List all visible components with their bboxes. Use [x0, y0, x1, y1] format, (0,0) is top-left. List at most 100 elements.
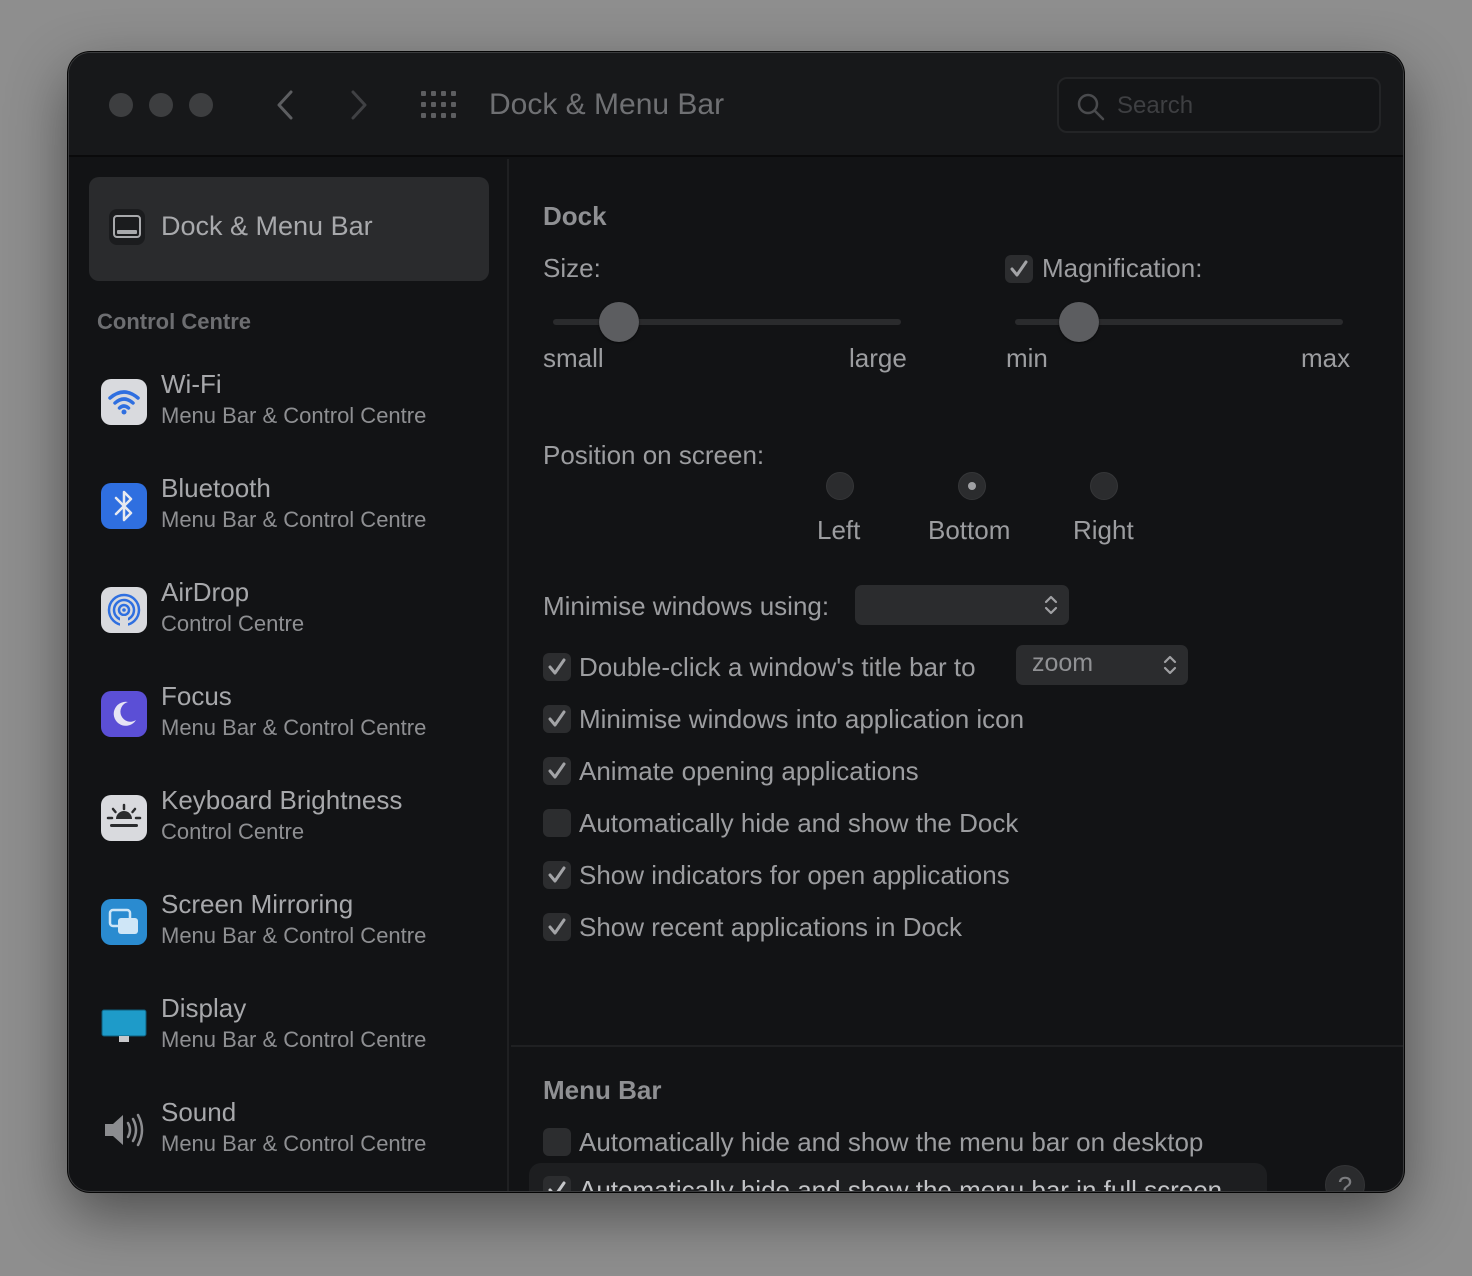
magnification-max-label: max [1301, 343, 1351, 373]
checkmark-icon [548, 918, 566, 935]
animate-opening-checkbox[interactable] [543, 757, 571, 785]
bluetooth-icon [101, 483, 147, 529]
moon-icon [101, 691, 147, 737]
double-click-label: Double-click a window's title bar to [579, 652, 976, 682]
minimise-using-label: Minimise windows using: [543, 591, 830, 621]
zoom-window-button[interactable] [189, 93, 213, 117]
autohide-menubar-fullscreen-label: Automatically hide and show the menu bar… [579, 1175, 1223, 1192]
position-right-radio[interactable] [1090, 472, 1118, 500]
back-button[interactable] [267, 85, 303, 125]
show-all-grid-icon[interactable] [421, 91, 459, 119]
sidebar-item-label: Dock & Menu Bar [161, 211, 373, 241]
title-bar: Dock & Menu Bar [69, 53, 1403, 157]
sidebar-item-title: AirDrop [161, 577, 250, 607]
sidebar-item-screen-mirroring[interactable]: Screen Mirroring Menu Bar & Control Cent… [89, 885, 489, 965]
size-label: Size: [543, 253, 601, 283]
chevron-right-icon [351, 90, 367, 120]
sidebar-item-subtitle: Menu Bar & Control Centre [161, 1027, 427, 1052]
sidebar-item-title: Screen Mirroring [161, 889, 354, 919]
search-field[interactable] [1057, 77, 1381, 133]
sidebar-item-sound[interactable]: Sound Menu Bar & Control Centre [89, 1093, 489, 1173]
airdrop-icon [101, 587, 147, 633]
sidebar-item-keyboard-brightness[interactable]: Keyboard Brightness Control Centre [89, 781, 489, 861]
speaker-icon [101, 1107, 147, 1153]
forward-button[interactable] [341, 85, 377, 125]
sidebar: Dock & Menu Bar Control Centre Wi-Fi Men… [69, 159, 509, 1191]
sidebar-item-subtitle: Control Centre [161, 611, 305, 636]
double-click-action-popup[interactable]: zoom [1016, 645, 1188, 685]
checkmark-icon [548, 1181, 566, 1191]
sidebar-item-title: Sound [161, 1097, 237, 1127]
checkmark-icon [1010, 260, 1028, 277]
autohide-dock-checkbox[interactable] [543, 809, 571, 837]
autohide-menubar-desktop-checkbox[interactable] [543, 1128, 571, 1156]
updown-chevron-icon [1044, 595, 1058, 615]
keyboard-brightness-icon [101, 795, 147, 841]
checkmark-icon [548, 658, 566, 675]
checkmark-icon [548, 762, 566, 779]
size-min-label: small [543, 343, 604, 373]
sidebar-item-focus[interactable]: Focus Menu Bar & Control Centre [89, 677, 489, 757]
sidebar-item-subtitle: Control Centre [161, 819, 305, 844]
position-left-label: Left [817, 515, 861, 545]
search-icon [1077, 93, 1105, 121]
checkmark-icon [548, 866, 566, 883]
magnification-label: Magnification: [1042, 253, 1203, 283]
sidebar-item-title: Wi-Fi [161, 369, 222, 399]
close-window-button[interactable] [109, 93, 133, 117]
animate-opening-label: Animate opening applications [579, 756, 919, 786]
autohide-menubar-fullscreen-checkbox[interactable] [543, 1176, 571, 1191]
double-click-action-value: zoom [1032, 649, 1094, 677]
autohide-dock-label: Automatically hide and show the Dock [579, 808, 1019, 838]
show-recent-apps-label: Show recent applications in Dock [579, 912, 962, 942]
sidebar-item-title: Bluetooth [161, 473, 271, 503]
magnification-min-label: min [1006, 343, 1048, 373]
settings-window: Dock & Menu Bar Dock & Menu Bar Control … [68, 52, 1404, 1192]
show-recent-apps-checkbox[interactable] [543, 913, 571, 941]
position-bottom-radio[interactable] [958, 472, 986, 500]
sidebar-item-wifi[interactable]: Wi-Fi Menu Bar & Control Centre [89, 365, 489, 445]
window-title: Dock & Menu Bar [489, 88, 725, 121]
size-max-label: large [849, 343, 907, 373]
sidebar-section-title: Control Centre [97, 309, 251, 334]
magnification-checkbox[interactable] [1005, 255, 1033, 283]
autohide-menubar-desktop-label: Automatically hide and show the menu bar… [579, 1127, 1204, 1157]
minimise-effect-popup[interactable] [855, 585, 1069, 625]
screen-mirroring-icon [101, 899, 147, 945]
wifi-icon [101, 379, 147, 425]
chevron-left-icon [277, 90, 293, 120]
section-divider [511, 1045, 1403, 1047]
position-left-radio[interactable] [826, 472, 854, 500]
position-right-label: Right [1073, 515, 1134, 545]
menu-bar-section-title: Menu Bar [543, 1075, 662, 1105]
sidebar-item-subtitle: Menu Bar & Control Centre [161, 923, 427, 948]
dock-menubar-icon [107, 207, 147, 252]
show-indicators-checkbox[interactable] [543, 861, 571, 889]
sidebar-item-subtitle: Menu Bar & Control Centre [161, 1131, 427, 1156]
minimise-into-icon-label: Minimise windows into application icon [579, 704, 1025, 734]
content-pane: Dock Size: small large Magnification: mi… [511, 159, 1403, 1192]
minimise-into-icon-checkbox[interactable] [543, 705, 571, 733]
minimize-window-button[interactable] [149, 93, 173, 117]
sidebar-item-title: Keyboard Brightness [161, 785, 403, 815]
updown-chevron-icon [1163, 655, 1177, 675]
sidebar-item-dock-menubar[interactable]: Dock & Menu Bar [89, 177, 489, 281]
position-bottom-label: Bottom [928, 515, 1011, 545]
sidebar-item-display[interactable]: Display Menu Bar & Control Centre [89, 989, 489, 1069]
show-indicators-label: Show indicators for open applications [579, 860, 1010, 890]
sidebar-item-title: Focus [161, 681, 232, 711]
position-label: Position on screen: [543, 440, 765, 470]
checkmark-icon [548, 710, 566, 727]
search-input[interactable] [1117, 89, 1367, 123]
sidebar-item-subtitle: Menu Bar & Control Centre [161, 403, 427, 428]
sidebar-item-title: Display [161, 993, 247, 1023]
help-button[interactable]: ? [1325, 1165, 1365, 1191]
double-click-checkbox[interactable] [543, 653, 571, 681]
magnification-slider-knob[interactable] [1059, 302, 1099, 342]
sidebar-item-airdrop[interactable]: AirDrop Control Centre [89, 573, 489, 653]
size-slider-knob[interactable] [599, 302, 639, 342]
dock-section-title: Dock [543, 201, 607, 231]
sidebar-item-subtitle: Menu Bar & Control Centre [161, 507, 427, 532]
sidebar-item-bluetooth[interactable]: Bluetooth Menu Bar & Control Centre [89, 469, 489, 549]
sidebar-item-subtitle: Menu Bar & Control Centre [161, 715, 427, 740]
